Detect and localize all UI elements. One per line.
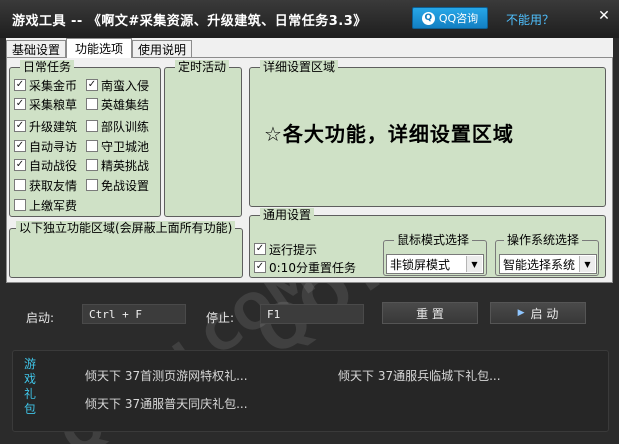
checkbox-label: 自动战役 [29,158,78,173]
checkbox-hero-gather[interactable]: 英雄集结 [86,96,149,112]
window-title: 游戏工具 -- 《啊文#采集资源、升级建筑、日常任务3.3》 [12,14,367,29]
mouse-mode-group: 鼠标模式选择 非锁屏模式 ▼ [383,233,487,276]
play-icon: ▶ [517,308,525,318]
checkbox-label: 南蛮入侵 [101,78,150,93]
checkbox-label: 部队训练 [101,119,150,134]
gift-link-1[interactable]: 倾天下 37首测页游网特权礼... [85,367,248,384]
os-mode-title: 操作系统选择 [504,233,583,247]
checkbox-reset-tasks[interactable]: ✓ 0:10分重置任务 [254,259,356,275]
tab-usage-guide[interactable]: 使用说明 [132,40,192,58]
feature-options-panel: 日常任务 ✓ 采集金币 ✓ 采集粮草 ✓ 升级建筑 ✓ 自动寻访 ✓ 自动战役 获取友情 … [6,57,613,283]
checkbox-label: 英雄集结 [101,97,150,112]
checkbox-label: 采集粮草 [29,97,78,112]
timed-events-group: 定时活动 [164,60,242,217]
checkbox-auto-battle[interactable]: ✓ 自动战役 [14,157,77,173]
gift-link-3[interactable]: 倾天下 37通服普天同庆礼包... [85,395,248,412]
stop-hotkey-label: 停止: [206,311,235,325]
checkbox-label: 获取友情 [29,178,78,193]
qq-penguin-icon: Q [421,11,435,25]
reset-button-label: 重 置 [416,306,444,321]
mouse-mode-select[interactable]: 非锁屏模式 ▼ [386,254,484,274]
detail-settings-title: 详细设置区域 [260,60,339,74]
daily-tasks-title: 日常任务 [20,60,75,74]
tab-feature-options[interactable]: 功能选项 [66,38,132,58]
checkbox-collect-grain[interactable]: ✓ 采集粮草 [14,96,77,112]
checkbox-box[interactable] [86,179,98,191]
checkbox-label: 免战设置 [101,178,150,193]
title-bar: 游戏工具 -- 《啊文#采集资源、升级建筑、日常任务3.3》 Q QQ咨询 不能… [0,0,619,38]
checkbox-box[interactable]: ✓ [86,79,98,91]
tab-basic-settings[interactable]: 基础设置 [6,40,66,58]
detail-headline: ☆各大功能，详细设置区域 [264,122,514,146]
checkbox-southern-invasion[interactable]: ✓ 南蛮入侵 [86,77,149,93]
chevron-down-icon[interactable]: ▼ [579,256,595,272]
gift-pack-label: 游戏礼包 [23,357,36,416]
stop-hotkey-field[interactable]: F1 [260,304,364,324]
checkbox-troop-training[interactable]: 部队训练 [86,118,149,134]
checkbox-box[interactable] [14,199,26,211]
checkbox-box[interactable] [14,179,26,191]
start-hotkey-label: 启动: [26,311,55,325]
checkbox-get-friendship[interactable]: 获取友情 [14,177,77,193]
mouse-mode-value: 非锁屏模式 [390,257,451,272]
checkbox-elite-challenge[interactable]: 精英挑战 [86,157,149,173]
gift-pack-area: 游戏礼包 倾天下 37首测页游网特权礼... 倾天下 37通服兵临城下礼包...… [12,350,609,432]
checkbox-label: 升级建筑 [29,119,78,134]
os-mode-group: 操作系统选择 智能选择系统 ▼ [495,233,599,276]
checkbox-box[interactable]: ✓ [14,159,26,171]
checkbox-label: 自动寻访 [29,139,78,154]
tab-strip: 基础设置 功能选项 使用说明 [6,38,613,58]
os-mode-select[interactable]: 智能选择系统 ▼ [499,254,597,274]
mouse-mode-title: 鼠标模式选择 [394,233,473,247]
checkbox-box[interactable] [86,159,98,171]
daily-tasks-group: 日常任务 ✓ 采集金币 ✓ 采集粮草 ✓ 升级建筑 ✓ 自动寻访 ✓ 自动战役 获取友情 … [9,60,161,217]
reset-button[interactable]: 重 置 [382,302,478,324]
checkbox-box[interactable]: ✓ [14,120,26,132]
checkbox-box[interactable] [86,140,98,152]
checkbox-collect-gold[interactable]: ✓ 采集金币 [14,77,77,93]
checkbox-box[interactable]: ✓ [14,98,26,110]
close-icon[interactable]: ✕ [594,6,614,26]
detail-settings-group: 详细设置区域 ☆各大功能，详细设置区域 [249,60,606,207]
help-link[interactable]: 不能用？ [506,11,554,28]
timed-events-title: 定时活动 [175,60,230,74]
start-button-label: 启 动 [530,306,559,321]
checkbox-pay-military[interactable]: 上缴军费 [14,197,77,213]
start-hotkey-field[interactable]: Ctrl + F [82,304,186,324]
checkbox-box[interactable]: ✓ [14,140,26,152]
general-settings-title: 通用设置 [260,208,315,222]
checkbox-label: 0:10分重置任务 [269,260,356,275]
os-mode-value: 智能选择系统 [503,257,576,272]
checkbox-box[interactable]: ✓ [254,243,266,255]
checkbox-auto-visit[interactable]: ✓ 自动寻访 [14,138,77,154]
standalone-features-group: 以下独立功能区域(会屏蔽上面所有功能) [9,221,243,278]
qq-consult-label: QQ咨询 [438,12,479,25]
qq-consult-button[interactable]: Q QQ咨询 [412,7,488,29]
checkbox-box[interactable]: ✓ [14,79,26,91]
checkbox-box[interactable]: ✓ [254,261,266,273]
checkbox-guard-city[interactable]: 守卫城池 [86,138,149,154]
gift-link-2[interactable]: 倾天下 37通服兵临城下礼包... [338,367,501,384]
standalone-features-title: 以下独立功能区域(会屏蔽上面所有功能) [16,221,236,235]
checkbox-truce-setting[interactable]: 免战设置 [86,177,149,193]
checkbox-label: 采集金币 [29,78,78,93]
checkbox-box[interactable] [86,120,98,132]
checkbox-label: 运行提示 [269,242,318,257]
checkbox-label: 上缴军费 [29,198,78,213]
checkbox-box[interactable] [86,98,98,110]
checkbox-run-prompt[interactable]: ✓ 运行提示 [254,241,317,257]
start-button[interactable]: ▶ 启 动 [490,302,586,324]
checkbox-label: 守卫城池 [101,139,150,154]
general-settings-group: 通用设置 ✓ 运行提示 ✓ 0:10分重置任务 鼠标模式选择 非锁屏模式 ▼ 操作系… [249,208,606,278]
checkbox-label: 精英挑战 [101,158,150,173]
checkbox-upgrade-buildings[interactable]: ✓ 升级建筑 [14,118,77,134]
chevron-down-icon[interactable]: ▼ [466,256,482,272]
